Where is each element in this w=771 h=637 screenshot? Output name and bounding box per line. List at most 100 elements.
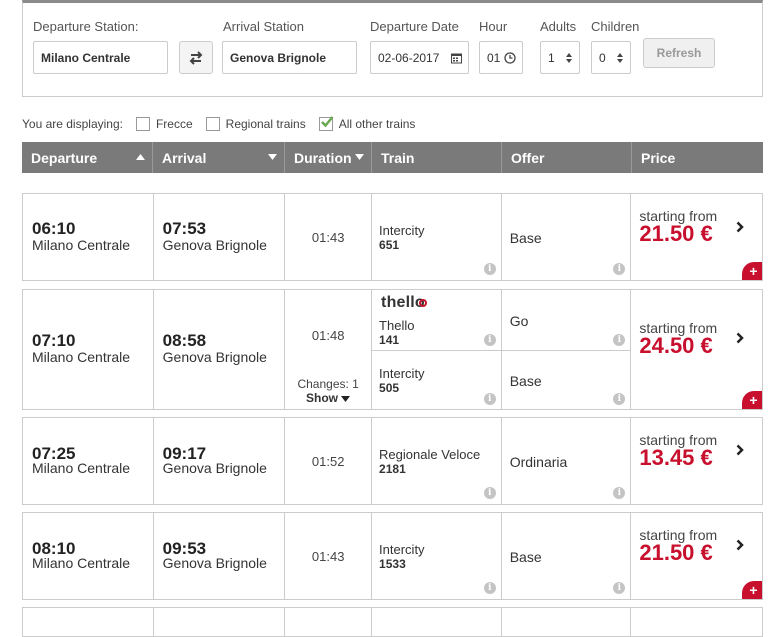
departure-time: 06:10 [32,219,76,238]
header-label: Duration [294,149,352,166]
result-row[interactable]: 08:10 Milano Centrale 09:53 Genova Brign… [22,512,763,600]
train-name: Intercity [379,223,425,238]
chevron-right-icon[interactable] [736,444,744,456]
header-duration[interactable]: Duration [285,142,372,173]
price-value: 24.50 € [639,333,713,358]
filters-prefix: You are displaying: [22,117,123,131]
departure-station-input[interactable]: Milano Centrale [33,41,168,74]
result-row[interactable]: 07:10 Milano Centrale 08:58 Genova Brign… [22,289,763,410]
plus-icon[interactable]: + [742,391,762,409]
info-icon[interactable]: i [613,334,626,346]
show-label: Show [305,391,338,405]
info-icon[interactable]: i [613,263,626,275]
train-cell: thello Thello 141 i Intercity 505 i [372,290,502,409]
price-cell[interactable]: starting from 24.50 € + [631,290,762,409]
departure-station: Milano Centrale [32,555,131,571]
filter-regional[interactable]: Regional trains [205,117,306,131]
swap-stations-button[interactable] [179,41,213,74]
info-icon[interactable]: i [483,487,496,499]
info-icon[interactable]: i [483,393,496,405]
checkmark-icon [320,116,334,128]
updown-icon [566,52,572,63]
header-arrival[interactable]: Arrival [153,142,285,173]
offer-cell: Ordinaria i [502,418,632,504]
price-cell[interactable]: starting from 13.45 € [631,418,762,504]
departure-cell: 06:10 Milano Centrale [23,194,154,280]
header-train: Train [372,142,502,173]
arrival-cell: 09:53 Genova Brignole [154,513,286,599]
hour-input[interactable]: 01 [479,41,523,74]
train-number: 505 [379,381,400,395]
segment-divider [501,350,631,351]
plus-icon[interactable]: + [742,262,762,280]
info-icon[interactable]: i [613,393,626,405]
header-label: Price [641,149,676,166]
thello-logo-mark [419,299,428,307]
arrival-station-input[interactable]: Genova Brignole [222,41,357,74]
header-offer: Offer [502,142,632,173]
duration-value: 01:43 [311,230,345,245]
chevron-right-icon[interactable] [736,332,744,344]
refresh-button[interactable]: Refresh [643,38,715,68]
price-value: 21.50 € [639,540,713,565]
train-number: 651 [379,238,400,252]
arrival-station: Genova Brignole [162,237,267,253]
departure-station: Milano Centrale [32,349,131,365]
duration-value: 01:52 [311,454,345,469]
duration-value: 01:43 [311,549,345,564]
hour-label: Hour [479,19,508,34]
children-value: 0 [599,50,606,65]
price-cell[interactable]: starting from 21.50 € + [631,194,762,280]
info-icon[interactable]: i [483,334,496,346]
info-icon[interactable]: i [483,263,496,275]
arrival-station-value: Genova Brignole [230,50,327,65]
arrival-cell: 09:17 Genova Brignole [154,418,286,504]
chevron-right-icon[interactable] [736,221,744,233]
departure-date-input[interactable]: 02-06-2017 [370,41,469,74]
info-icon[interactable]: i [483,582,496,594]
adults-value: 1 [548,50,555,65]
adults-select[interactable]: 1 [540,41,580,74]
duration-cell: 01:52 [285,418,373,504]
changes-count: Changes: 1 [297,377,359,391]
duration-cell: 01:43 [285,194,373,280]
chevron-right-icon[interactable] [736,539,744,551]
regional-checkbox[interactable] [205,117,220,131]
result-row[interactable] [22,607,763,637]
swap-icon [189,50,203,65]
header-departure[interactable]: Departure [22,142,153,173]
info-icon[interactable]: i [613,582,626,594]
offer-name: Go [509,313,529,329]
departure-station-value: Milano Centrale [41,50,131,65]
calendar-icon [451,53,462,63]
price-cell[interactable]: starting from 21.50 € + [631,513,762,599]
train-name: Intercity [379,542,425,557]
offer-cell: Base i [502,194,632,280]
plus-icon[interactable]: + [742,581,762,599]
children-label: Children [591,19,640,34]
other-checkbox[interactable] [318,116,334,131]
departure-station: Milano Centrale [32,237,131,253]
train-cell [372,608,502,636]
train-name: Thello [379,318,415,333]
result-row[interactable]: 06:10 Milano Centrale 07:53 Genova Brign… [22,193,763,281]
train-type-filters: You are displaying: Frecce Regional trai… [22,114,415,134]
filter-label: Regional trains [225,117,306,131]
updown-icon [617,52,623,63]
frecce-checkbox[interactable] [135,117,150,131]
info-icon[interactable]: i [613,487,626,499]
results-header: Departure Arrival Duration Train Offer P… [22,142,763,173]
children-select[interactable]: 0 [591,41,631,74]
filter-other[interactable]: All other trains [318,116,415,131]
show-changes-toggle[interactable]: Show [285,391,371,405]
header-label: Departure [31,149,98,166]
filter-frecce[interactable]: Frecce [135,117,193,131]
arrival-cell [154,608,286,636]
result-row[interactable]: 07:25 Milano Centrale 09:17 Genova Brign… [22,417,763,505]
header-price: Price [632,142,763,173]
price-cell[interactable] [631,608,762,636]
sort-up-icon [136,154,145,160]
departure-cell: 07:25 Milano Centrale [23,418,154,504]
departure-cell: 07:10 Milano Centrale [23,290,154,409]
train-number: 141 [379,333,400,347]
